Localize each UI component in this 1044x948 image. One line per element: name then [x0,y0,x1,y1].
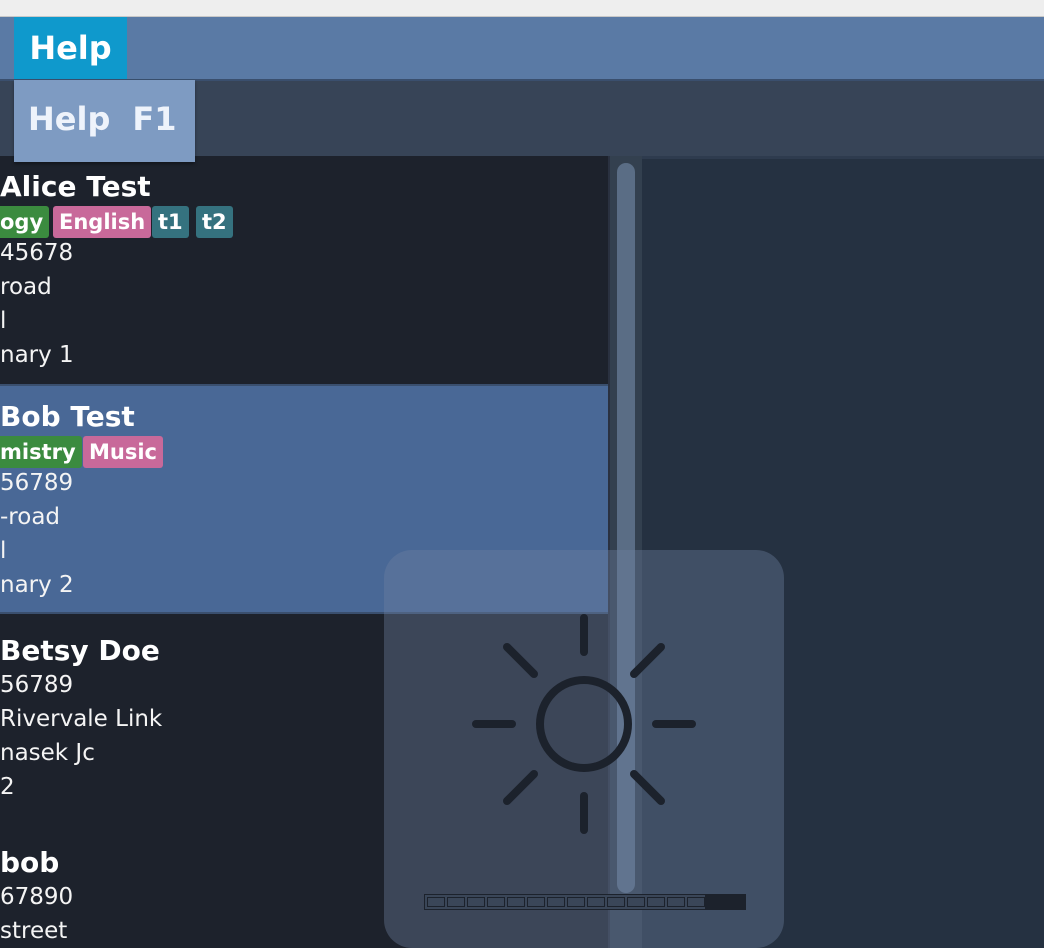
menu-item-accelerator: F1 [132,100,177,138]
person-name: bob [0,846,60,879]
tag: t2 [196,206,233,238]
brightness-segment [507,897,525,907]
brightness-segment [667,897,685,907]
person-name: Betsy Doe [0,634,160,667]
menu-help[interactable]: Help [14,17,127,79]
brightness-segment [587,897,605,907]
brightness-segment [547,897,565,907]
brightness-sun-icon [472,614,696,834]
person-phone: 56789 [0,672,74,698]
person-address: road [0,274,52,300]
person-level: nary 2 [0,572,74,598]
person-phone: 56789 [0,470,74,496]
person-school: l [0,538,7,564]
brightness-hud [384,550,784,948]
brightness-segment [647,897,665,907]
brightness-segment [607,897,625,907]
menu-bar: Help [0,17,1044,81]
brightness-segment [527,897,545,907]
help-dropdown-menu: Help F1 [14,80,195,162]
tag: ogy [0,206,50,238]
brightness-segment [447,897,465,907]
brightness-segment [427,897,445,907]
tag: Music [83,436,163,468]
person-school: l [0,308,7,334]
detail-panel-edge [642,156,1044,159]
person-address: Rivervale Link [0,706,163,732]
person-address: -road [0,504,61,530]
brightness-segment [487,897,505,907]
brightness-segment [567,897,585,907]
menu-item-label: Help [28,100,111,138]
tag: t1 [152,206,189,238]
brightness-segment [687,897,705,907]
window-title-bar [0,0,1044,17]
tag: English [53,206,152,238]
person-level: 2 [0,774,15,800]
menu-item-help[interactable]: Help F1 [28,100,176,138]
person-name: Alice Test [0,170,151,203]
brightness-segment [627,897,645,907]
person-phone: 45678 [0,240,74,266]
person-name: Bob Test [0,400,135,433]
person-phone: 67890 [0,884,74,910]
person-school: nasek Jc [0,740,95,766]
brightness-segment [467,897,485,907]
person-level: nary 1 [0,342,74,368]
brightness-level-bar [424,894,746,910]
tag: mistry [0,436,82,468]
person-address: street [0,918,68,944]
person-card-alice[interactable]: Alice Test ogy English t1 t2 45678 road … [0,156,608,384]
